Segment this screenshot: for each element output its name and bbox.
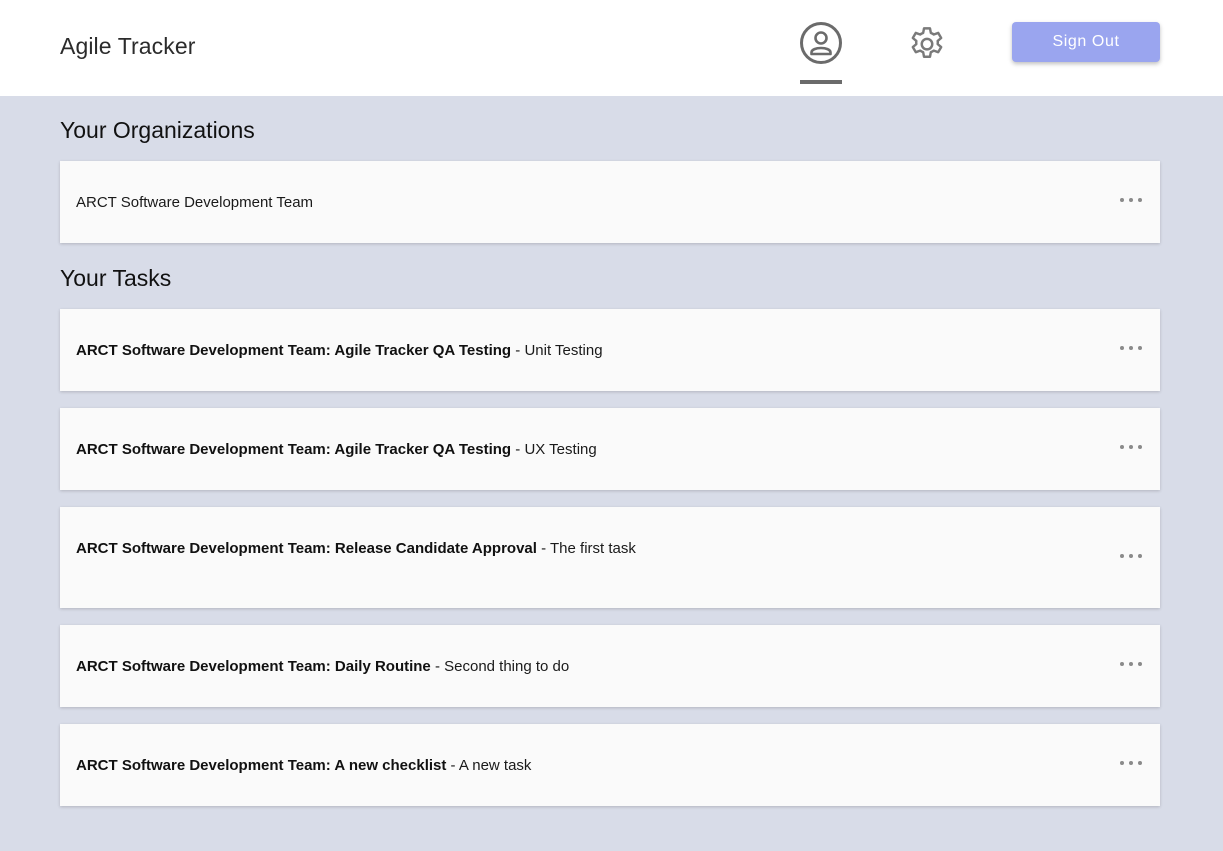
task-title: ARCT Software Development Team: Agile Tr… xyxy=(76,441,512,458)
more-horizontal-icon xyxy=(1120,445,1124,449)
task-card[interactable]: ARCT Software Development Team: A new ch… xyxy=(60,724,1160,806)
more-horizontal-icon xyxy=(1120,346,1124,350)
task-card[interactable]: ARCT Software Development Team: Daily Ro… xyxy=(60,625,1160,707)
task-card[interactable]: ARCT Software Development Team: Agile Tr… xyxy=(60,408,1160,490)
task-title: ARCT Software Development Team: Release … xyxy=(76,540,537,557)
profile-tab[interactable] xyxy=(797,19,845,85)
sign-out-button[interactable]: Sign Out xyxy=(1012,22,1160,62)
task-text: ARCT Software Development Team: Release … xyxy=(76,539,636,558)
task-title: ARCT Software Development Team: Daily Ro… xyxy=(76,658,431,675)
app-title: Agile Tracker xyxy=(60,33,196,59)
organizations-heading: Your Organizations xyxy=(60,117,255,143)
task-detail: Second thing to do xyxy=(444,658,570,675)
task-separator: - xyxy=(511,441,525,458)
settings-tab[interactable] xyxy=(906,24,948,66)
task-detail: A new task xyxy=(458,757,532,774)
more-horizontal-icon xyxy=(1120,198,1124,202)
tasks-heading: Your Tasks xyxy=(60,265,172,291)
active-tab-indicator xyxy=(800,80,842,84)
more-options-button[interactable] xyxy=(1120,657,1142,671)
task-text: ARCT Software Development Team: A new ch… xyxy=(76,756,636,775)
task-text: ARCT Software Development Team: Agile Tr… xyxy=(76,440,636,459)
account-circle-icon xyxy=(800,22,842,64)
more-options-button[interactable] xyxy=(1120,193,1142,207)
task-detail: The first task xyxy=(550,540,636,557)
more-horizontal-icon xyxy=(1120,761,1124,765)
more-options-button[interactable] xyxy=(1120,549,1142,563)
organization-name: ARCT Software Development Team xyxy=(76,194,314,211)
task-separator: - xyxy=(511,342,525,359)
task-card[interactable]: ARCT Software Development Team: Release … xyxy=(60,507,1160,608)
task-card[interactable]: ARCT Software Development Team: Agile Tr… xyxy=(60,309,1160,391)
more-options-button[interactable] xyxy=(1120,440,1142,454)
more-options-button[interactable] xyxy=(1120,341,1142,355)
more-options-button[interactable] xyxy=(1120,756,1142,770)
task-separator: - xyxy=(446,757,459,774)
organization-card[interactable]: ARCT Software Development Team xyxy=(60,161,1160,243)
task-text: ARCT Software Development Team: Daily Ro… xyxy=(76,657,636,676)
more-horizontal-icon xyxy=(1120,554,1124,558)
more-horizontal-icon xyxy=(1120,662,1124,666)
gear-icon xyxy=(911,27,943,58)
task-title: ARCT Software Development Team: Agile Tr… xyxy=(76,342,512,359)
task-title: ARCT Software Development Team: A new ch… xyxy=(76,757,447,774)
task-detail: Unit Testing xyxy=(524,342,603,359)
task-detail: UX Testing xyxy=(524,441,597,458)
app-header: Agile Tracker Sign Out xyxy=(0,0,1223,96)
task-separator: - xyxy=(536,540,551,557)
task-text: ARCT Software Development Team: Agile Tr… xyxy=(76,341,636,360)
task-separator: - xyxy=(430,658,445,675)
